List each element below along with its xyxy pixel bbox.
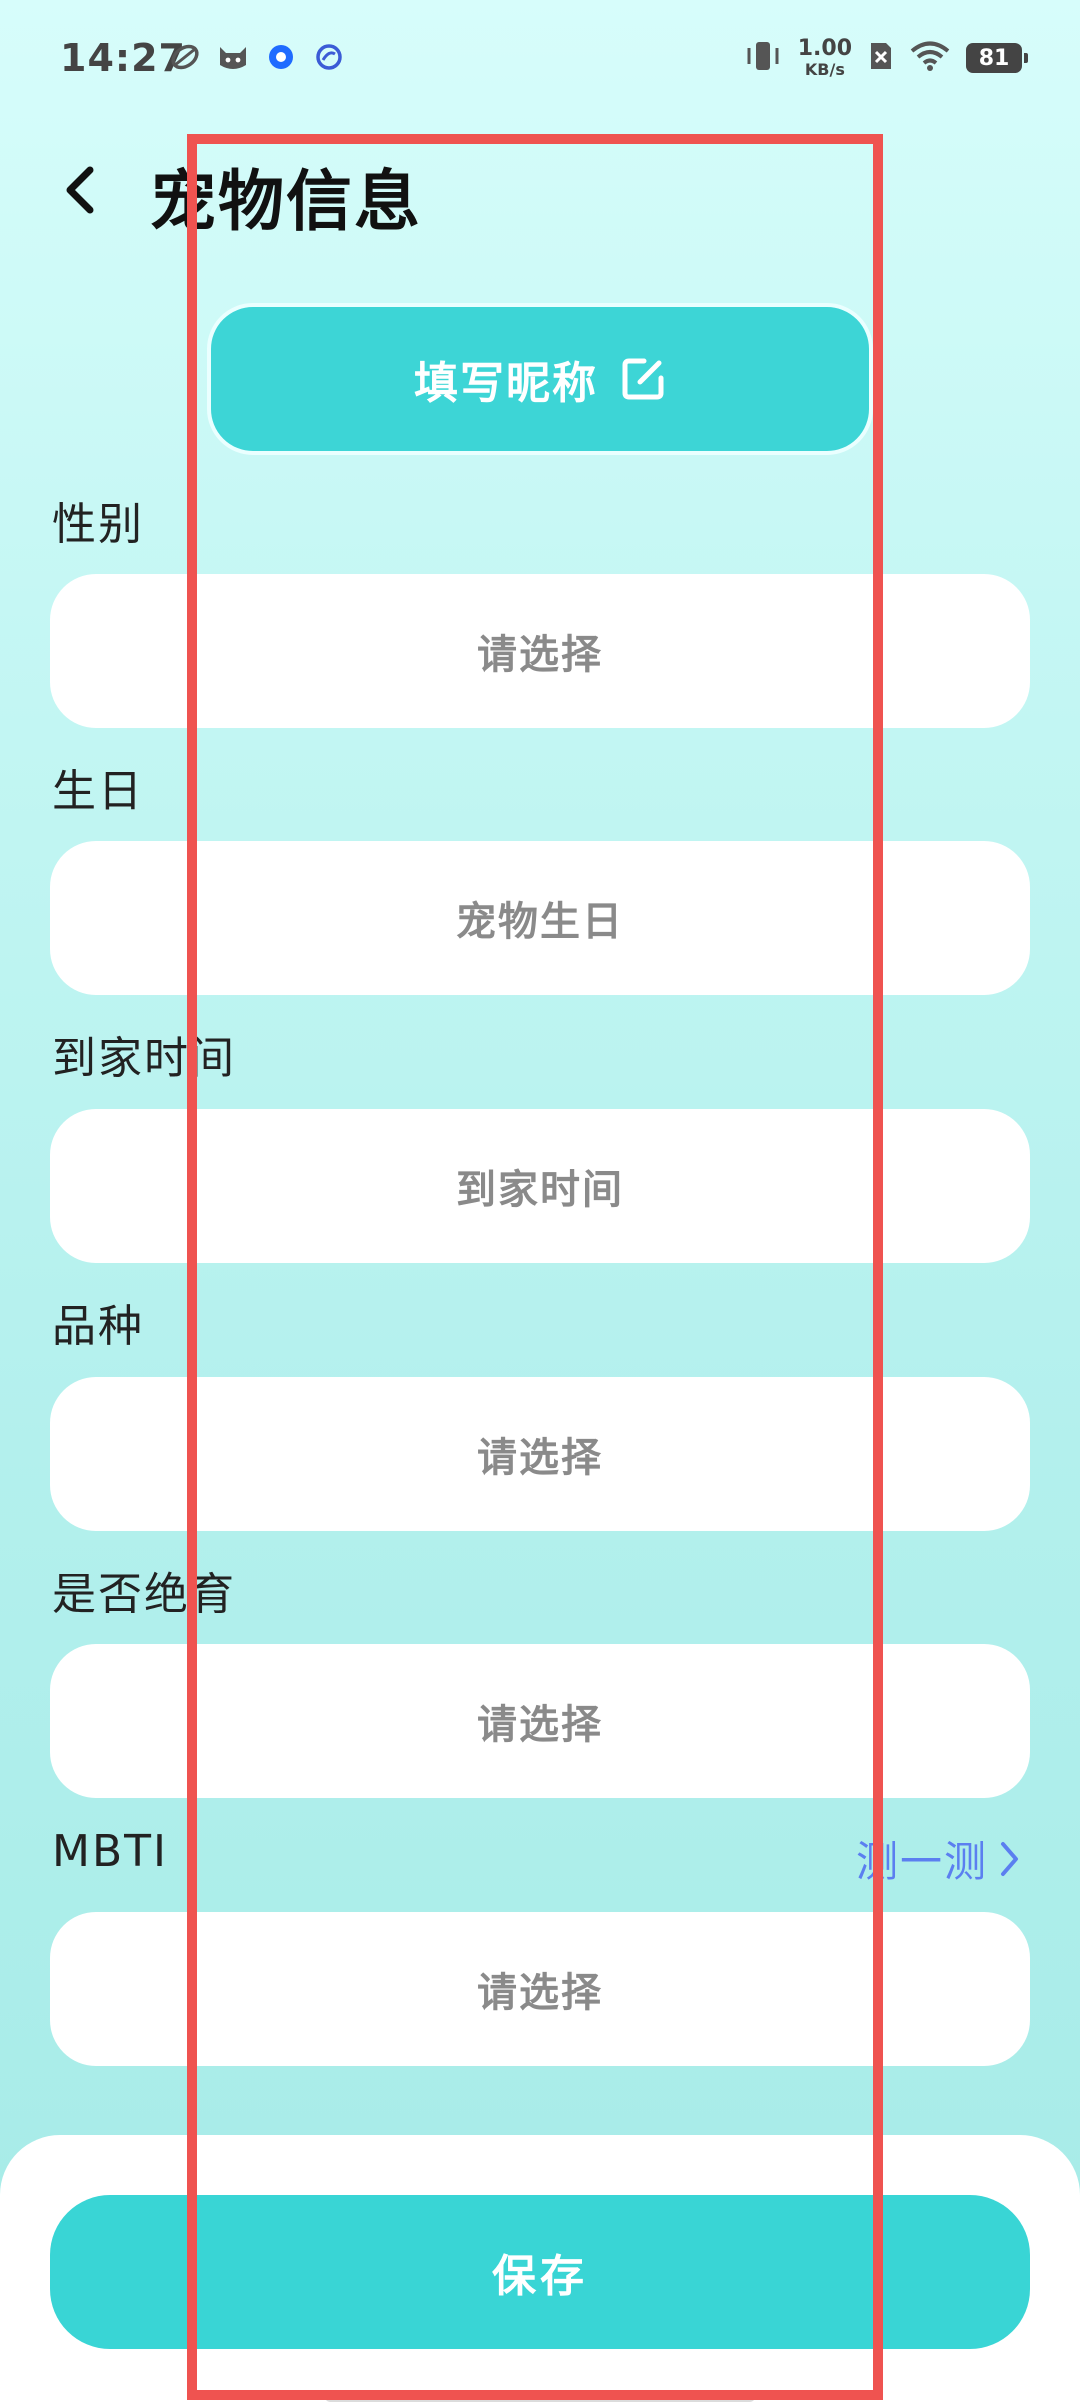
neutered-placeholder: 请选择 bbox=[477, 1702, 603, 1748]
breed-placeholder: 请选择 bbox=[477, 1435, 603, 1481]
birthday-label: 生日 bbox=[52, 766, 144, 817]
gender-select[interactable]: 请选择 bbox=[50, 574, 1030, 728]
mbti-test-link[interactable]: 测一测 bbox=[856, 1828, 1020, 1889]
mbti-label: MBTI bbox=[52, 1826, 169, 1877]
mbti-test-label: 测一测 bbox=[855, 1837, 988, 1886]
mbti-placeholder: 请选择 bbox=[477, 1970, 603, 2016]
save-label: 保存 bbox=[492, 2251, 588, 2302]
battery-icon: 81 bbox=[966, 43, 1028, 73]
ring-app-icon bbox=[312, 40, 346, 74]
birthday-placeholder: 宠物生日 bbox=[456, 899, 624, 945]
chevron-left-icon bbox=[66, 166, 94, 214]
arrival-time-picker[interactable]: 到家时间 bbox=[50, 1109, 1030, 1263]
mbti-select[interactable]: 请选择 bbox=[50, 1912, 1030, 2066]
edit-icon bbox=[622, 358, 664, 400]
vibrate-icon bbox=[744, 39, 782, 77]
back-button[interactable] bbox=[50, 155, 110, 225]
notification-icons bbox=[168, 40, 346, 74]
arrival-time-label: 到家时间 bbox=[52, 1033, 236, 1084]
cat-app-icon bbox=[216, 40, 250, 74]
gender-label: 性别 bbox=[52, 499, 144, 550]
leaf-app-icon bbox=[168, 40, 202, 74]
chevron-right-icon bbox=[1001, 1841, 1018, 1876]
breed-label: 品种 bbox=[52, 1301, 144, 1352]
neutered-select[interactable]: 请选择 bbox=[50, 1644, 1030, 1798]
network-speed-value: 1.00 bbox=[797, 36, 852, 61]
battery-level: 81 bbox=[978, 45, 1010, 71]
page-title: 宠物信息 bbox=[150, 163, 422, 240]
wifi-icon bbox=[910, 40, 950, 76]
home-indicator[interactable] bbox=[325, 2392, 755, 2402]
network-speed-unit: KB/s bbox=[804, 60, 845, 79]
gender-placeholder: 请选择 bbox=[477, 632, 603, 678]
status-bar: 14:27 1.00 KB/s 81 bbox=[0, 0, 1080, 120]
nickname-button[interactable]: 填写昵称 bbox=[207, 303, 873, 455]
nickname-label: 填写昵称 bbox=[414, 358, 598, 409]
sim-off-icon bbox=[868, 40, 894, 76]
arrival-time-placeholder: 到家时间 bbox=[456, 1167, 624, 1213]
network-speed: 1.00 KB/s bbox=[798, 38, 852, 78]
status-right-cluster: 1.00 KB/s 81 bbox=[744, 38, 1028, 78]
neutered-label: 是否绝育 bbox=[52, 1569, 236, 1620]
breed-select[interactable]: 请选择 bbox=[50, 1377, 1030, 1531]
blue-dot-app-icon bbox=[264, 40, 298, 74]
save-button[interactable]: 保存 bbox=[50, 2195, 1030, 2349]
birthday-picker[interactable]: 宠物生日 bbox=[50, 841, 1030, 995]
